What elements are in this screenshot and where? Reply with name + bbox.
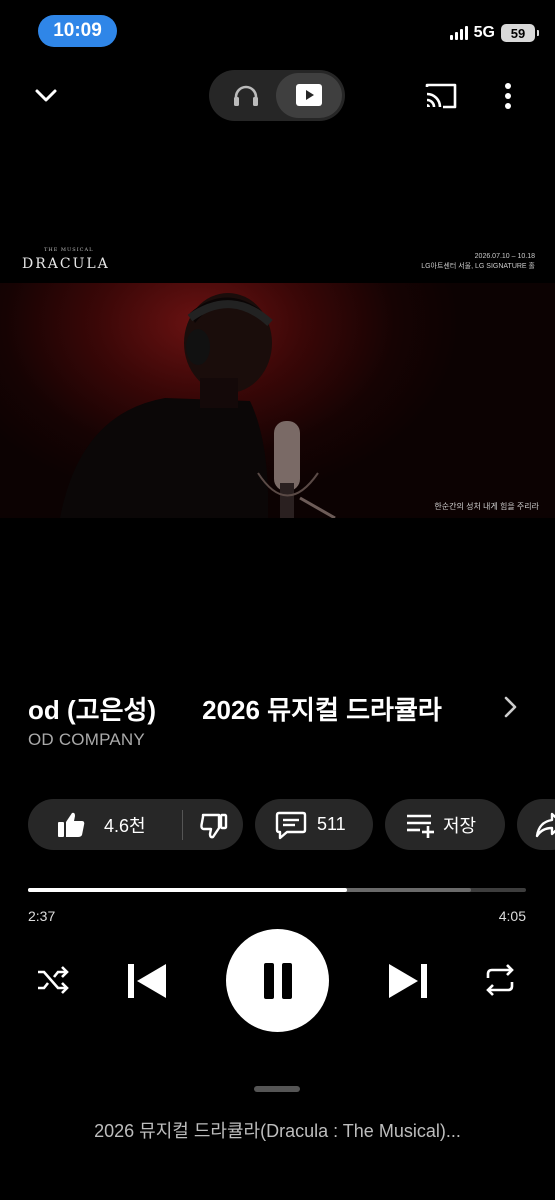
dislike-button[interactable]	[183, 799, 229, 850]
pause-icon	[263, 962, 292, 999]
previous-icon[interactable]	[126, 961, 170, 1001]
comment-icon	[275, 811, 307, 839]
video-icon	[296, 84, 322, 106]
show-date-line1: 2026.07.10 – 10.18	[474, 253, 535, 260]
battery-icon: 59	[501, 24, 539, 42]
chevron-down-icon	[35, 89, 57, 102]
video-frame-image	[60, 293, 336, 518]
headphones-icon[interactable]	[231, 83, 261, 109]
share-button[interactable]	[517, 799, 555, 850]
chevron-right-icon[interactable]	[500, 694, 520, 720]
status-time: 10:09	[38, 15, 117, 47]
status-indicators: 5G 59	[449, 22, 539, 44]
logo-small-text: THE MUSICAL	[44, 247, 94, 253]
signal-icon	[449, 26, 468, 40]
next-icon[interactable]	[385, 961, 429, 1001]
repeat-icon[interactable]	[482, 963, 518, 997]
save-button[interactable]: 저장	[385, 799, 505, 850]
network-label: 5G	[473, 24, 495, 41]
video-player[interactable]	[0, 283, 555, 518]
like-dislike-group: 4.6천	[28, 799, 243, 850]
channel-name[interactable]: OD COMPANY	[28, 730, 145, 750]
shuffle-icon[interactable]	[36, 964, 70, 996]
video-subtitle: 한순간의 성처 내게 힘을 주리라	[434, 502, 539, 511]
elapsed-time: 2:37	[28, 908, 56, 924]
dracula-logo: THE MUSICAL DRACULA	[22, 247, 110, 272]
save-label: 저장	[443, 815, 477, 836]
show-dates: 2026.07.10 – 10.18 LG아트센터 서울, LG SIGNATU…	[421, 252, 535, 272]
like-count: 4.6천	[104, 815, 146, 836]
share-icon	[535, 812, 555, 837]
comments-button[interactable]: 511	[255, 799, 373, 850]
total-duration: 4:05	[498, 908, 526, 924]
title-part1: od (고은성)	[28, 695, 157, 725]
video-title[interactable]: od (고은성) 2026 뮤지컬 드라큘라	[28, 690, 498, 726]
show-date-line2: LG아트센터 서울, LG SIGNATURE 홀	[421, 263, 535, 270]
battery-level: 59	[510, 25, 526, 41]
played-bar	[28, 888, 347, 892]
up-next-title[interactable]: 2026 뮤지컬 드라큘라(Dracula : The Musical)...	[0, 1117, 555, 1143]
comment-count: 511	[317, 814, 346, 834]
like-button[interactable]: 4.6천	[28, 799, 174, 850]
thumbs-up-icon	[58, 812, 85, 837]
more-options-icon[interactable]	[498, 82, 518, 110]
cast-icon[interactable]	[423, 81, 459, 111]
audio-video-toggle[interactable]	[209, 70, 345, 121]
sheet-handle[interactable]	[254, 1086, 300, 1092]
collapse-button[interactable]	[28, 80, 64, 112]
title-part2: 2026 뮤지컬 드라큘라	[202, 695, 442, 725]
thumbs-down-icon	[200, 813, 228, 838]
playlist-add-icon	[407, 814, 434, 838]
logo-text: DRACULA	[22, 256, 110, 272]
pause-button[interactable]	[226, 929, 329, 1032]
